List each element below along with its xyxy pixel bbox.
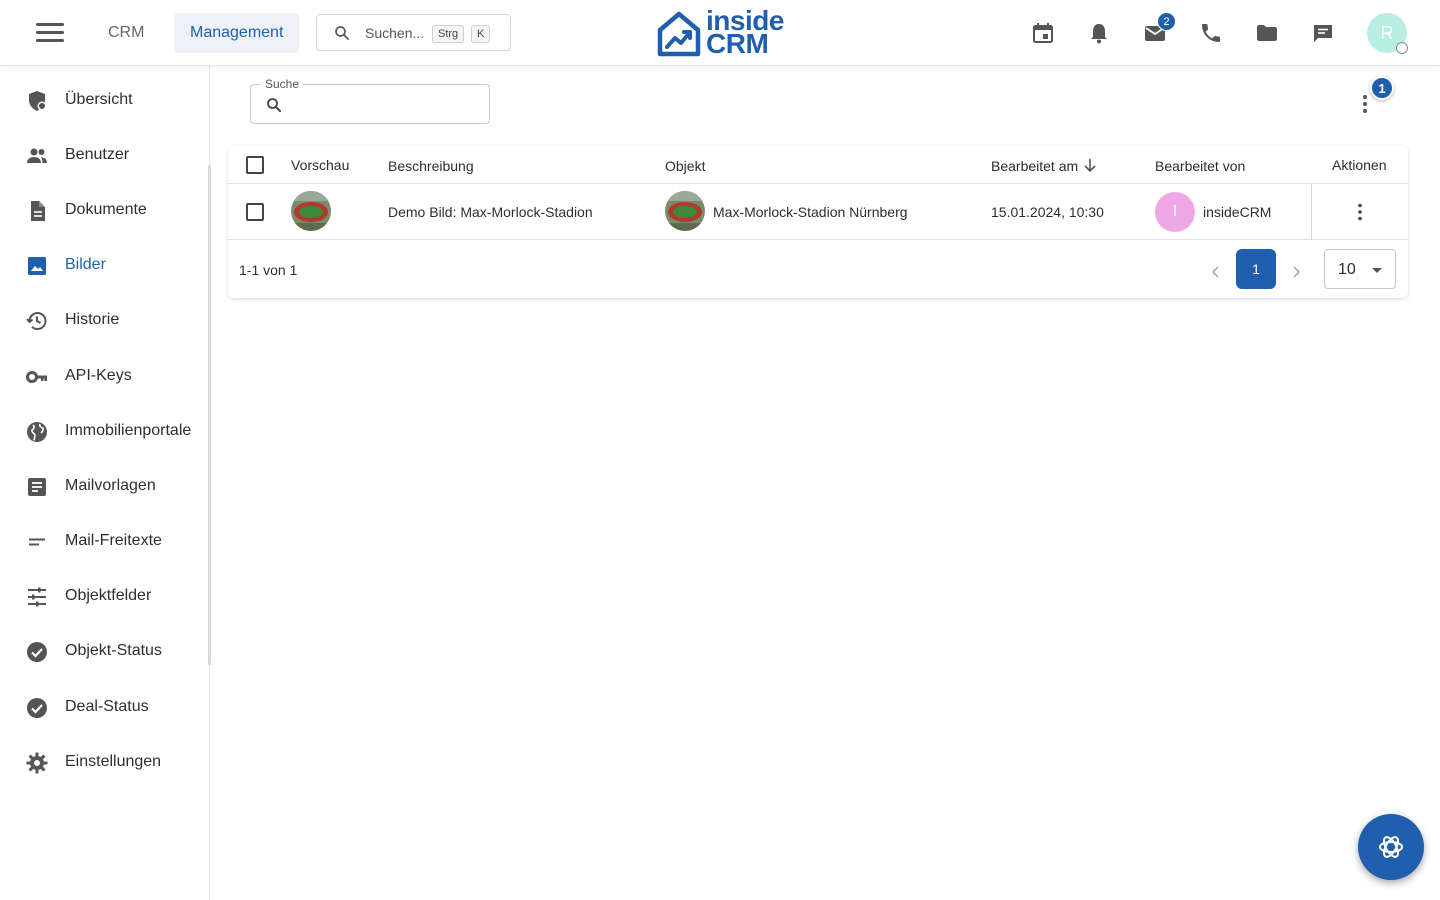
sort-descending-icon[interactable] xyxy=(1083,157,1097,173)
calendar-icon[interactable] xyxy=(1031,21,1055,45)
top-app-bar: CRM Management Suchen... Strg K inside C… xyxy=(0,0,1440,66)
table-footer: 1-1 von 1 xyxy=(228,240,1408,298)
page-size-select[interactable]: 10 xyxy=(1324,249,1396,289)
sidebar-item-immobilienportale[interactable]: Immobilienportale xyxy=(0,408,208,456)
sidebar-item-deal-status[interactable]: Deal-Status xyxy=(0,684,208,732)
insidecrm-logo[interactable]: inside CRM xyxy=(656,5,786,59)
sidebar-item-bilder[interactable]: Bilder xyxy=(0,242,208,290)
chat-icon[interactable] xyxy=(1311,21,1335,45)
sidebar-item-label: Deal-Status xyxy=(65,698,149,715)
sidebar-item-label: Übersicht xyxy=(65,91,133,108)
object-thumbnail[interactable] xyxy=(665,191,705,231)
caret-down-icon xyxy=(1372,268,1382,273)
select-all-checkbox[interactable] xyxy=(246,156,264,174)
image-icon xyxy=(28,257,46,275)
column-header-objekt[interactable]: Objekt xyxy=(665,158,705,174)
column-header-aktionen: Aktionen xyxy=(1332,157,1387,173)
mail-count-badge: 2 xyxy=(1157,12,1176,31)
sidebar-item-mail-freitexte[interactable]: Mail-Freitexte xyxy=(0,518,208,566)
sidebar-item-dokumente[interactable]: Dokumente xyxy=(0,187,208,235)
sidebar-item-label: Bilder xyxy=(65,256,106,273)
users-icon xyxy=(27,148,47,163)
sidebar-item-mailvorlagen[interactable]: Mailvorlagen xyxy=(0,463,208,511)
check-circle-icon xyxy=(27,698,47,718)
chevron-left-icon[interactable] xyxy=(1208,264,1224,280)
column-header-vorschau: Vorschau xyxy=(291,157,350,173)
pagination-range: 1-1 von 1 xyxy=(239,262,298,278)
sidebar-item-label: Immobilienportale xyxy=(65,422,192,439)
actions-column-divider xyxy=(1311,184,1312,240)
sidebar-item-benutzer[interactable]: Benutzer xyxy=(0,132,208,180)
sidebar-item-label: Objektfelder xyxy=(65,587,152,604)
history-icon xyxy=(26,312,47,330)
menu-icon[interactable] xyxy=(36,23,64,43)
search-placeholder: Suchen... xyxy=(365,25,425,41)
template-icon xyxy=(28,478,46,496)
sidebar-item-label: Objekt-Status xyxy=(65,642,162,659)
globe-icon xyxy=(27,422,47,442)
sidebar-item-label: Mail-Freitexte xyxy=(65,532,162,549)
sidebar-item-historie[interactable]: Historie xyxy=(0,297,208,345)
shortcut-key-k: K xyxy=(471,25,491,43)
nav-tab-crm[interactable]: CRM xyxy=(92,13,160,53)
table-header: Vorschau Beschreibung Objekt Bearbeitet … xyxy=(228,146,1408,184)
sidebar-item-label: Benutzer xyxy=(65,146,130,163)
column-header-bearbeitet-von[interactable]: Bearbeitet von xyxy=(1155,158,1245,174)
table-row[interactable]: Demo Bild: Max-Morlock-Stadion Max-Morlo… xyxy=(228,184,1408,240)
table-search-input[interactable]: Suche xyxy=(250,77,490,124)
ai-assistant-button[interactable] xyxy=(1358,814,1424,880)
page-size-value: 10 xyxy=(1338,261,1356,278)
global-search[interactable]: Suchen... Strg K xyxy=(316,14,511,51)
check-circle-icon xyxy=(27,642,47,662)
search-icon xyxy=(335,26,349,40)
cell-bearbeitet-von: insideCRM xyxy=(1203,204,1272,220)
gear-icon xyxy=(26,752,48,774)
sidebar-item-objekt-status[interactable]: Objekt-Status xyxy=(0,628,208,676)
row-checkbox[interactable] xyxy=(246,203,264,221)
short-text-icon xyxy=(29,538,45,546)
column-header-beschreibung[interactable]: Beschreibung xyxy=(388,158,474,174)
house-chart-icon xyxy=(657,11,701,57)
cell-bearbeitet-am: 15.01.2024, 10:30 xyxy=(991,204,1104,220)
page-button-current[interactable]: 1 xyxy=(1236,249,1276,289)
sidebar-item-api-keys[interactable]: API-Keys xyxy=(0,353,208,401)
stadium-image xyxy=(665,191,705,231)
column-header-bearbeitet-am[interactable]: Bearbeitet am xyxy=(991,158,1078,174)
shield-dashboard-icon xyxy=(29,91,47,111)
sidebar-item-einstellungen[interactable]: Einstellungen xyxy=(0,739,208,787)
preview-thumbnail[interactable] xyxy=(291,191,331,231)
filter-count-badge: 1 xyxy=(1370,76,1394,100)
sliders-icon xyxy=(28,587,46,607)
sidebar-item-label: API-Keys xyxy=(65,367,132,384)
sidebar-item-label: Einstellungen xyxy=(65,753,162,770)
images-table: Vorschau Beschreibung Objekt Bearbeitet … xyxy=(228,146,1408,298)
folder-icon[interactable] xyxy=(1255,21,1279,45)
stadium-image xyxy=(291,191,331,231)
shortcut-key-strg: Strg xyxy=(432,25,465,43)
nav-tab-management[interactable]: Management xyxy=(174,13,300,53)
phone-icon[interactable] xyxy=(1199,21,1223,45)
bell-icon[interactable] xyxy=(1087,21,1111,45)
sidebar-item-label: Mailvorlagen xyxy=(65,477,156,494)
editor-avatar: I xyxy=(1155,192,1195,232)
sidebar-item-objektfelder[interactable]: Objektfelder xyxy=(0,573,208,621)
search-label: Suche xyxy=(261,77,304,91)
logo-text-crm: CRM xyxy=(706,28,769,59)
status-indicator xyxy=(1396,42,1408,54)
search-icon xyxy=(267,98,281,112)
sidebar-item-label: Historie xyxy=(65,311,120,328)
row-actions-icon[interactable] xyxy=(1352,202,1368,222)
key-icon xyxy=(26,371,47,383)
sidebar-item-uebersicht[interactable]: Übersicht xyxy=(0,77,208,125)
cell-beschreibung: Demo Bild: Max-Morlock-Stadion xyxy=(388,204,593,220)
document-icon xyxy=(31,201,45,221)
chevron-right-icon[interactable] xyxy=(1288,264,1304,280)
ai-assistant-icon xyxy=(1379,836,1403,858)
sidebar-scrollbar[interactable] xyxy=(208,165,211,665)
sidebar-item-label: Dokumente xyxy=(65,201,147,218)
sidebar: Übersicht Benutzer Dokumente Bilder Hist… xyxy=(0,66,210,900)
cell-objekt-link[interactable]: Max-Morlock-Stadion Nürnberg xyxy=(713,204,908,220)
